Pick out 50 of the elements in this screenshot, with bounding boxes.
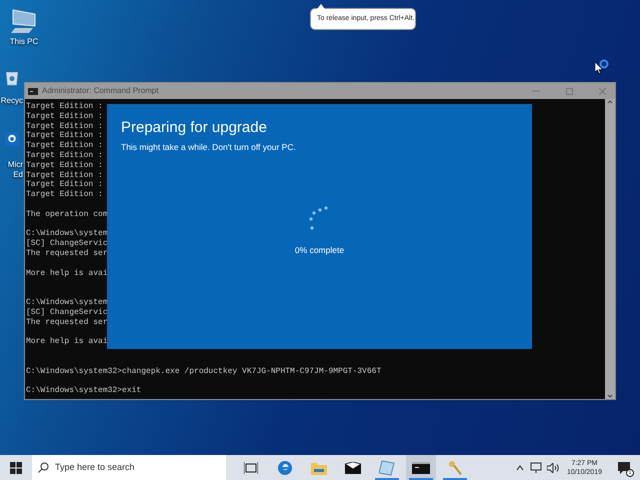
browser-icon	[4, 132, 18, 146]
dialog-subtitle: This might take a while. Don't turn off your PC.	[121, 141, 296, 154]
console-line: Target Edition :	[26, 112, 103, 122]
notepad-icon[interactable]	[379, 460, 395, 476]
console-line: C:\Windows\system	[26, 229, 108, 239]
envelope-icon[interactable]	[345, 462, 361, 474]
console-line: Target Edition :	[26, 131, 103, 141]
folder-icon[interactable]	[311, 460, 327, 474]
terminal-icon	[28, 88, 38, 94]
terminal-icon[interactable]	[412, 462, 430, 474]
console-line: [SC] ChangeServic	[26, 308, 108, 318]
console-line: Target Edition :	[26, 190, 103, 200]
dialog-title: Preparing for upgrade	[121, 119, 267, 137]
console-line: Target Edition :	[26, 170, 103, 180]
console-line: The requested ser	[26, 248, 108, 259]
console-line: Target Edition :	[26, 160, 103, 171]
search-field[interactable]: Type here to search	[32, 455, 226, 480]
console-line: More help is avai	[26, 337, 108, 347]
console-line: Target Edition :	[26, 141, 103, 151]
browser-icon[interactable]	[277, 460, 293, 476]
icon-label: Recyc	[0, 96, 23, 106]
chevron-up-icon[interactable]	[516, 464, 524, 470]
taskbar-app[interactable]	[406, 455, 436, 480]
scroll-up-icon[interactable]	[607, 99, 613, 105]
scroll-down-icon[interactable]	[607, 393, 613, 399]
console-line: C:\Windows\system32>exit	[26, 386, 142, 396]
busy-ring-icon	[599, 59, 609, 69]
pointer-icon	[595, 62, 603, 74]
console-line: Target Edition :	[26, 102, 103, 112]
console-line: [SC] ChangeServic	[26, 239, 108, 249]
window-title: Administrator: Command Prompt	[42, 85, 160, 97]
spinner-icon	[308, 206, 330, 232]
network-icon[interactable]	[530, 462, 542, 473]
recycle-bin-icon	[4, 70, 18, 86]
icon-label: Ed	[13, 170, 23, 180]
search-icon	[38, 462, 49, 473]
console-line: The requested ser	[26, 318, 108, 328]
notification-icon[interactable]	[618, 462, 630, 474]
volume-icon[interactable]	[546, 462, 559, 472]
task-view-icon[interactable]	[244, 462, 258, 474]
icon-label: Micr	[8, 160, 23, 170]
console-line: Target Edition :	[26, 180, 103, 190]
console-line: C:\Windows\system32>changepk.exe /productkey VK7JG-NPHTM-C97JM-9MPGT-3V66T	[26, 366, 382, 376]
windows-logo-icon[interactable]	[10, 462, 22, 474]
console-line: C:\Windows\system	[26, 298, 108, 308]
console-line: Target Edition :	[26, 122, 103, 131]
console-line: More help is avai	[26, 268, 108, 278]
console-line: Target Edition :	[26, 150, 103, 161]
icon-label: This PC	[10, 37, 38, 47]
progress-text: 0% complete	[294, 244, 344, 256]
